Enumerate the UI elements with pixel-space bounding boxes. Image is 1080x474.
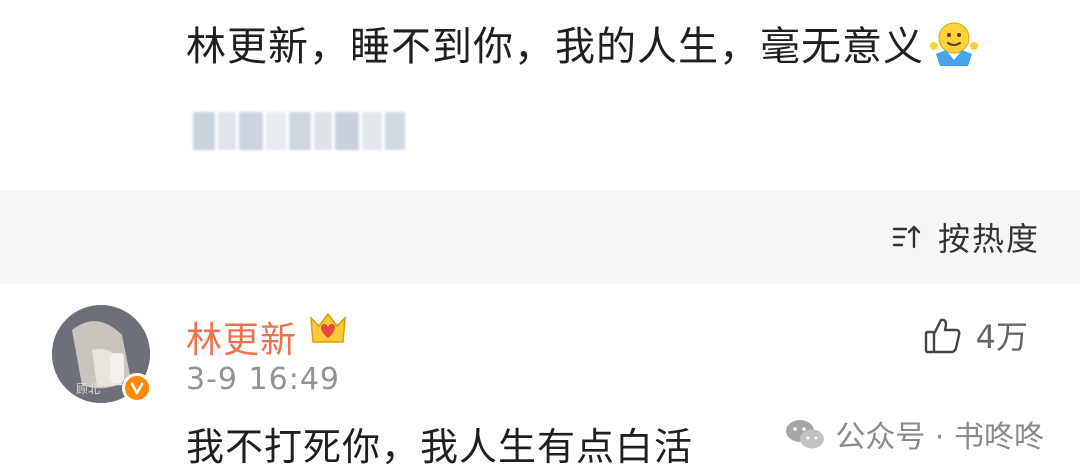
- like-count: 4万: [975, 318, 1028, 356]
- comment-text: 我不打死你，我人生有点白活: [186, 425, 694, 469]
- comment-username[interactable]: 林更新: [186, 311, 297, 363]
- post-text-content: 林更新，睡不到你，我的人生，毫无意义: [186, 24, 924, 70]
- orange-verified-v-icon: [122, 373, 152, 403]
- comment-item: 顾北 林更新 3-9 16:49 我不打死你，我人生有点白活 4万 公众号 · …: [0, 284, 1080, 474]
- blurred-username: [193, 112, 405, 150]
- thumbs-up-icon: [924, 318, 961, 354]
- shrug-emoji-icon: [930, 22, 978, 66]
- sort-lines-icon: [892, 225, 921, 249]
- comment-time: 3-9 16:49: [186, 362, 340, 397]
- like-button[interactable]: 4万: [922, 312, 1028, 358]
- post-text: 林更新，睡不到你，我的人生，毫无意义: [186, 18, 980, 75]
- crown-heart-badge-icon: [310, 312, 346, 343]
- sort-bar: 按热度: [0, 190, 1080, 284]
- watermark-text: 公众号 · 书咚咚: [835, 420, 1044, 455]
- sort-label: 按热度: [937, 220, 1040, 258]
- watermark: 公众号 · 书咚咚: [783, 412, 1044, 456]
- wechat-icon: [786, 420, 825, 449]
- sort-by-hot-button[interactable]: 按热度: [890, 214, 1040, 260]
- post-section: 林更新，睡不到你，我的人生，毫无意义: [0, 0, 1080, 190]
- svg-text:顾北: 顾北: [76, 382, 100, 396]
